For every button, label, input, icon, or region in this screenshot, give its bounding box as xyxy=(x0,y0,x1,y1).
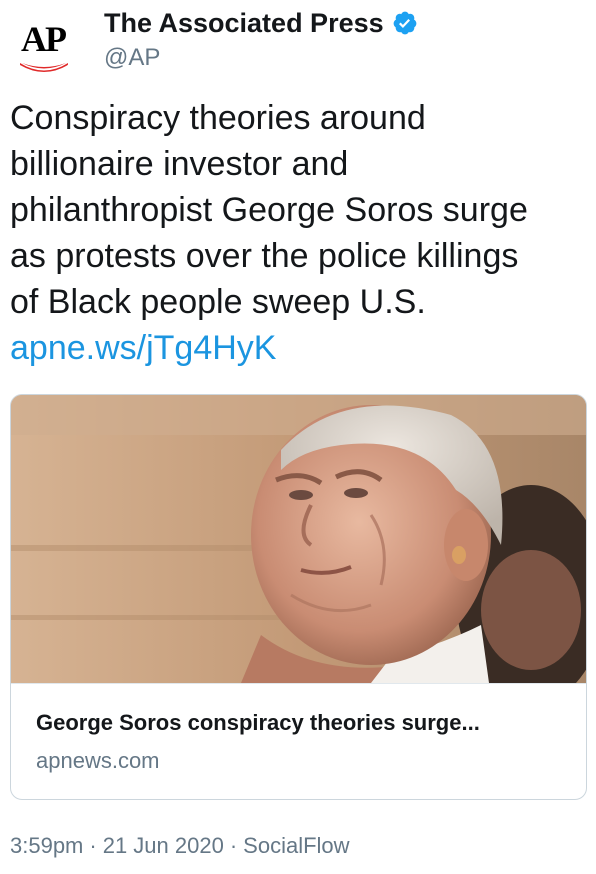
avatar[interactable]: AP xyxy=(10,10,76,76)
author-name-row: The Associated Press xyxy=(104,6,418,40)
display-name[interactable]: The Associated Press xyxy=(104,8,384,39)
tweet: AP The Associated Press @AP Conspiracy t… xyxy=(0,0,596,874)
link-card[interactable]: George Soros conspiracy theories surge..… xyxy=(10,394,587,800)
ap-swoosh-icon xyxy=(20,63,68,72)
tweet-time[interactable]: 3:59pm xyxy=(10,833,83,858)
tweet-text-line: as protests over the police killings xyxy=(10,237,519,275)
card-meta[interactable]: George Soros conspiracy theories surge..… xyxy=(11,683,586,799)
card-image[interactable] xyxy=(11,395,586,683)
tweet-text-line: of Black people sweep U.S. xyxy=(10,283,426,321)
tweet-footer: 3:59pm · 21 Jun 2020 · SocialFlow xyxy=(10,833,350,859)
verified-badge-icon xyxy=(393,11,416,35)
card-domain: apnews.com xyxy=(36,748,160,773)
tweet-source[interactable]: SocialFlow xyxy=(243,833,349,858)
card-title[interactable]: George Soros conspiracy theories surge..… xyxy=(36,710,480,736)
tweet-link[interactable]: apne.ws/jTg4HyK xyxy=(10,325,590,371)
tweet-text-line: philanthropist George Soros surge xyxy=(10,191,528,229)
handle[interactable]: @AP xyxy=(104,44,160,72)
ap-logo-icon: AP xyxy=(21,19,67,59)
tweet-text: Conspiracy theories around billionaire i… xyxy=(10,95,590,371)
separator: · xyxy=(89,833,97,858)
separator: · xyxy=(229,833,238,858)
card-photo xyxy=(11,395,586,683)
tweet-text-line: Conspiracy theories around xyxy=(10,99,426,137)
tweet-text-line: billionaire investor and xyxy=(10,145,349,183)
tweet-date[interactable]: 21 Jun 2020 xyxy=(103,833,224,858)
